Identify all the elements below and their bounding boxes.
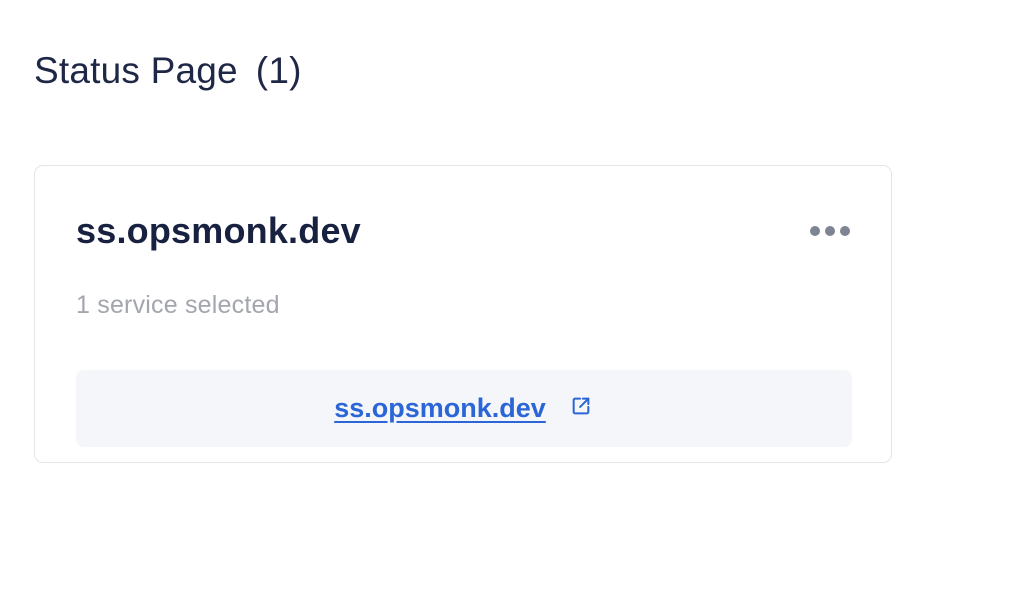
page-count: (1) [255, 50, 302, 91]
more-horizontal-icon [825, 226, 835, 236]
page-title-text: Status Page [34, 50, 238, 91]
status-page-link[interactable]: ss.opsmonk.dev [334, 393, 546, 424]
status-page-title: ss.opsmonk.dev [76, 210, 361, 251]
service-count-label: 1 service selected [76, 291, 280, 319]
more-horizontal-icon [810, 226, 820, 236]
more-options-button[interactable] [805, 218, 855, 244]
external-link-icon[interactable] [568, 393, 594, 419]
status-page-card: ss.opsmonk.dev 1 service selected ss.ops… [34, 165, 892, 463]
page-title: Status Page (1) [34, 50, 302, 92]
status-page-link-box: ss.opsmonk.dev [76, 370, 852, 447]
more-horizontal-icon [840, 226, 850, 236]
